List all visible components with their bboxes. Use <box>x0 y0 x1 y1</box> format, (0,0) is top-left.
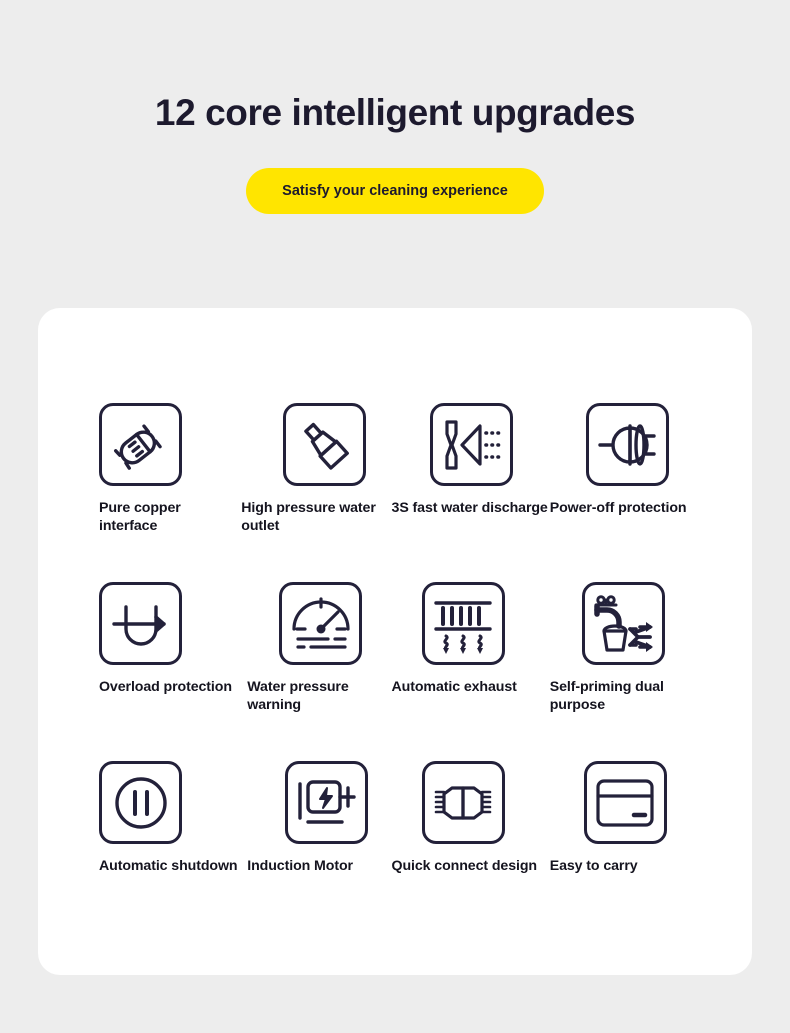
feature-item-automatic-exhaust: Automatic exhaust <box>392 582 548 761</box>
feature-item-pure-copper-interface: Pure copper interface <box>93 403 242 582</box>
feature-grid: Pure copper interface High pressure wate… <box>38 308 752 975</box>
feature-label: Power-off protection <box>549 500 687 516</box>
subtitle-row: Satisfy your cleaning experience <box>0 167 790 214</box>
spray-nozzle-icon <box>283 403 367 486</box>
feature-item-water-pressure-warning: Water pressure warning <box>242 582 391 761</box>
feature-item-self-priming-dual: Self-priming dual purpose <box>548 582 697 761</box>
pressure-gauge-icon <box>279 582 363 665</box>
feature-item-power-off-protection: Power-off protection <box>548 403 697 582</box>
feature-item-overload-protection: Overload protection <box>93 582 242 761</box>
feature-item-high-pressure-outlet: High pressure water outlet <box>241 403 391 582</box>
feature-label: Pure copper interface <box>99 500 181 535</box>
feature-label: Easy to carry <box>549 858 638 874</box>
feature-label: Automatic exhaust <box>391 679 517 695</box>
feature-label: 3S fast water discharge <box>391 500 548 516</box>
feature-item-fast-water-discharge: 3S fast water discharge <box>392 403 548 582</box>
feature-item-quick-connect-design: Quick connect design <box>392 761 548 940</box>
feature-card: Pure copper interface High pressure wate… <box>38 308 752 975</box>
feature-label: Overload protection <box>99 679 232 695</box>
feature-label: Quick connect design <box>391 858 538 874</box>
page-title: 12 core intelligent upgrades <box>154 92 636 133</box>
overload-loop-icon <box>99 582 182 665</box>
feature-label: Water pressure warning <box>247 679 349 714</box>
power-plug-shield-icon <box>585 403 669 486</box>
page-header: 12 core intelligent upgrades Satisfy you… <box>0 0 790 214</box>
pause-circle-icon <box>99 761 182 844</box>
feature-label: Induction Motor <box>247 858 353 874</box>
plug-icon <box>99 403 182 486</box>
feature-item-easy-to-carry: Easy to carry <box>548 761 697 940</box>
promo-page: 12 core intelligent upgrades Satisfy you… <box>0 0 790 1033</box>
water-spray-icon <box>429 403 513 486</box>
feature-item-automatic-shutdown: Automatic shutdown <box>93 761 242 940</box>
subtitle-badge: Satisfy your cleaning experience <box>246 167 544 214</box>
feature-label: High pressure water outlet <box>241 500 376 535</box>
feature-item-induction-motor: Induction Motor <box>242 761 391 940</box>
exhaust-vent-icon <box>421 582 505 665</box>
feature-label: Automatic shutdown <box>99 858 238 874</box>
faucet-bucket-icon <box>581 582 665 665</box>
motor-bolt-icon <box>285 761 369 844</box>
handle-card-icon <box>583 761 667 844</box>
feature-label: Self-priming dual purpose <box>549 679 664 714</box>
hex-connector-icon <box>421 761 505 844</box>
